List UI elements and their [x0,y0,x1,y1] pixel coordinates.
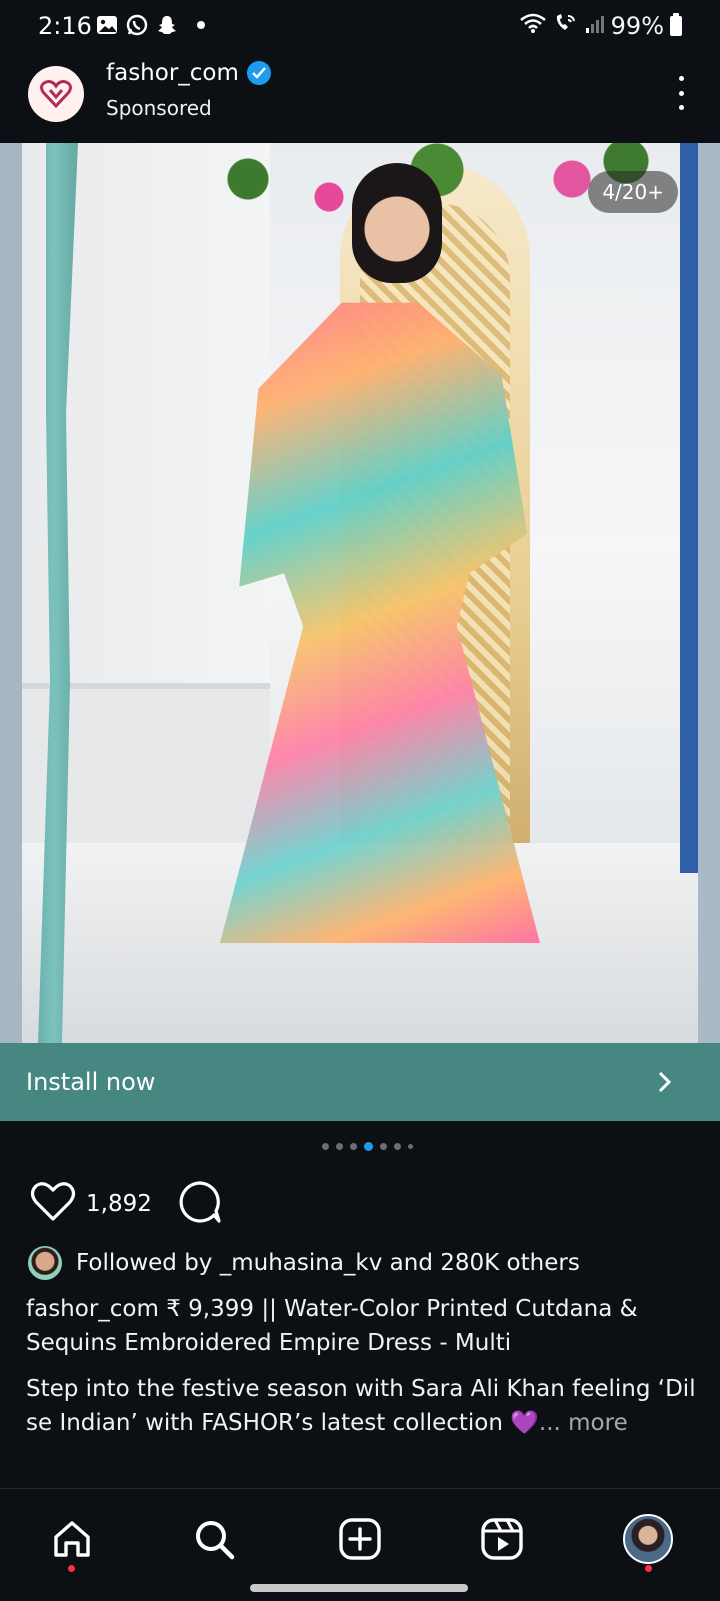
followed-by-row[interactable]: Followed by _muhasina_kv and 280K others [28,1246,580,1280]
heart-logo-icon [40,80,72,108]
followed-by-text[interactable]: Followed by _muhasina_kv and 280K others [76,1250,580,1276]
caption-username[interactable]: fashor_com [26,1296,159,1322]
profile-avatar[interactable] [620,1511,676,1572]
create-icon[interactable] [332,1511,388,1567]
carousel-dot-active [364,1142,373,1151]
carousel-dot [380,1143,387,1150]
follower-avatar [28,1246,62,1280]
comment-icon[interactable] [178,1180,222,1228]
more-link[interactable]: ... more [539,1410,628,1436]
carousel-dot [336,1143,343,1150]
signal-icon [585,12,605,40]
more-options-icon[interactable] [672,76,690,110]
dot-icon [190,14,212,36]
whatsapp-icon [126,14,148,36]
chevron-right-icon [658,1071,672,1093]
image-counter-badge: 4/20+ [588,171,678,213]
wifi-icon [519,12,547,40]
post-actions: 1,892 [30,1180,222,1228]
status-right-group: 99% [519,12,682,40]
sponsored-label: Sponsored [106,96,212,120]
install-now-label: Install now [26,1068,156,1096]
carousel-dot [408,1144,413,1149]
search-icon[interactable] [186,1511,242,1567]
status-time: 2:16 [38,12,92,40]
carousel-dot [322,1143,329,1150]
verified-badge-icon [246,61,271,85]
battery-text: 99% [610,12,664,40]
like-count[interactable]: 1,892 [86,1191,152,1217]
username-text[interactable]: fashor_com [106,60,239,86]
carousel-dot [394,1143,401,1150]
battery-icon [670,13,682,36]
gallery-icon [96,14,118,36]
home-icon[interactable] [44,1511,100,1572]
reels-icon[interactable] [474,1511,530,1567]
wifi-calling-icon [553,12,579,40]
install-now-button[interactable]: Install now [0,1043,720,1121]
profile-notification-dot [645,1565,652,1572]
home-indicator[interactable] [250,1584,468,1592]
post-username[interactable]: fashor_com [106,60,271,86]
post-description: Step into the festive season with Sara A… [26,1372,696,1440]
home-notification-dot [68,1565,75,1572]
post-caption: fashor_com ₹ 9,399 || Water-Color Printe… [26,1292,686,1360]
carousel-dot [350,1143,357,1150]
post-header: fashor_com Sponsored [0,58,720,142]
post-image[interactable]: 4/20+ [0,143,720,1043]
profile-picture[interactable] [623,1514,673,1564]
brand-avatar[interactable] [28,66,84,122]
carousel-indicator [322,1142,413,1151]
snapchat-icon [156,14,178,36]
status-bar: 2:16 99% [0,0,720,52]
like-heart-icon[interactable] [30,1181,76,1227]
